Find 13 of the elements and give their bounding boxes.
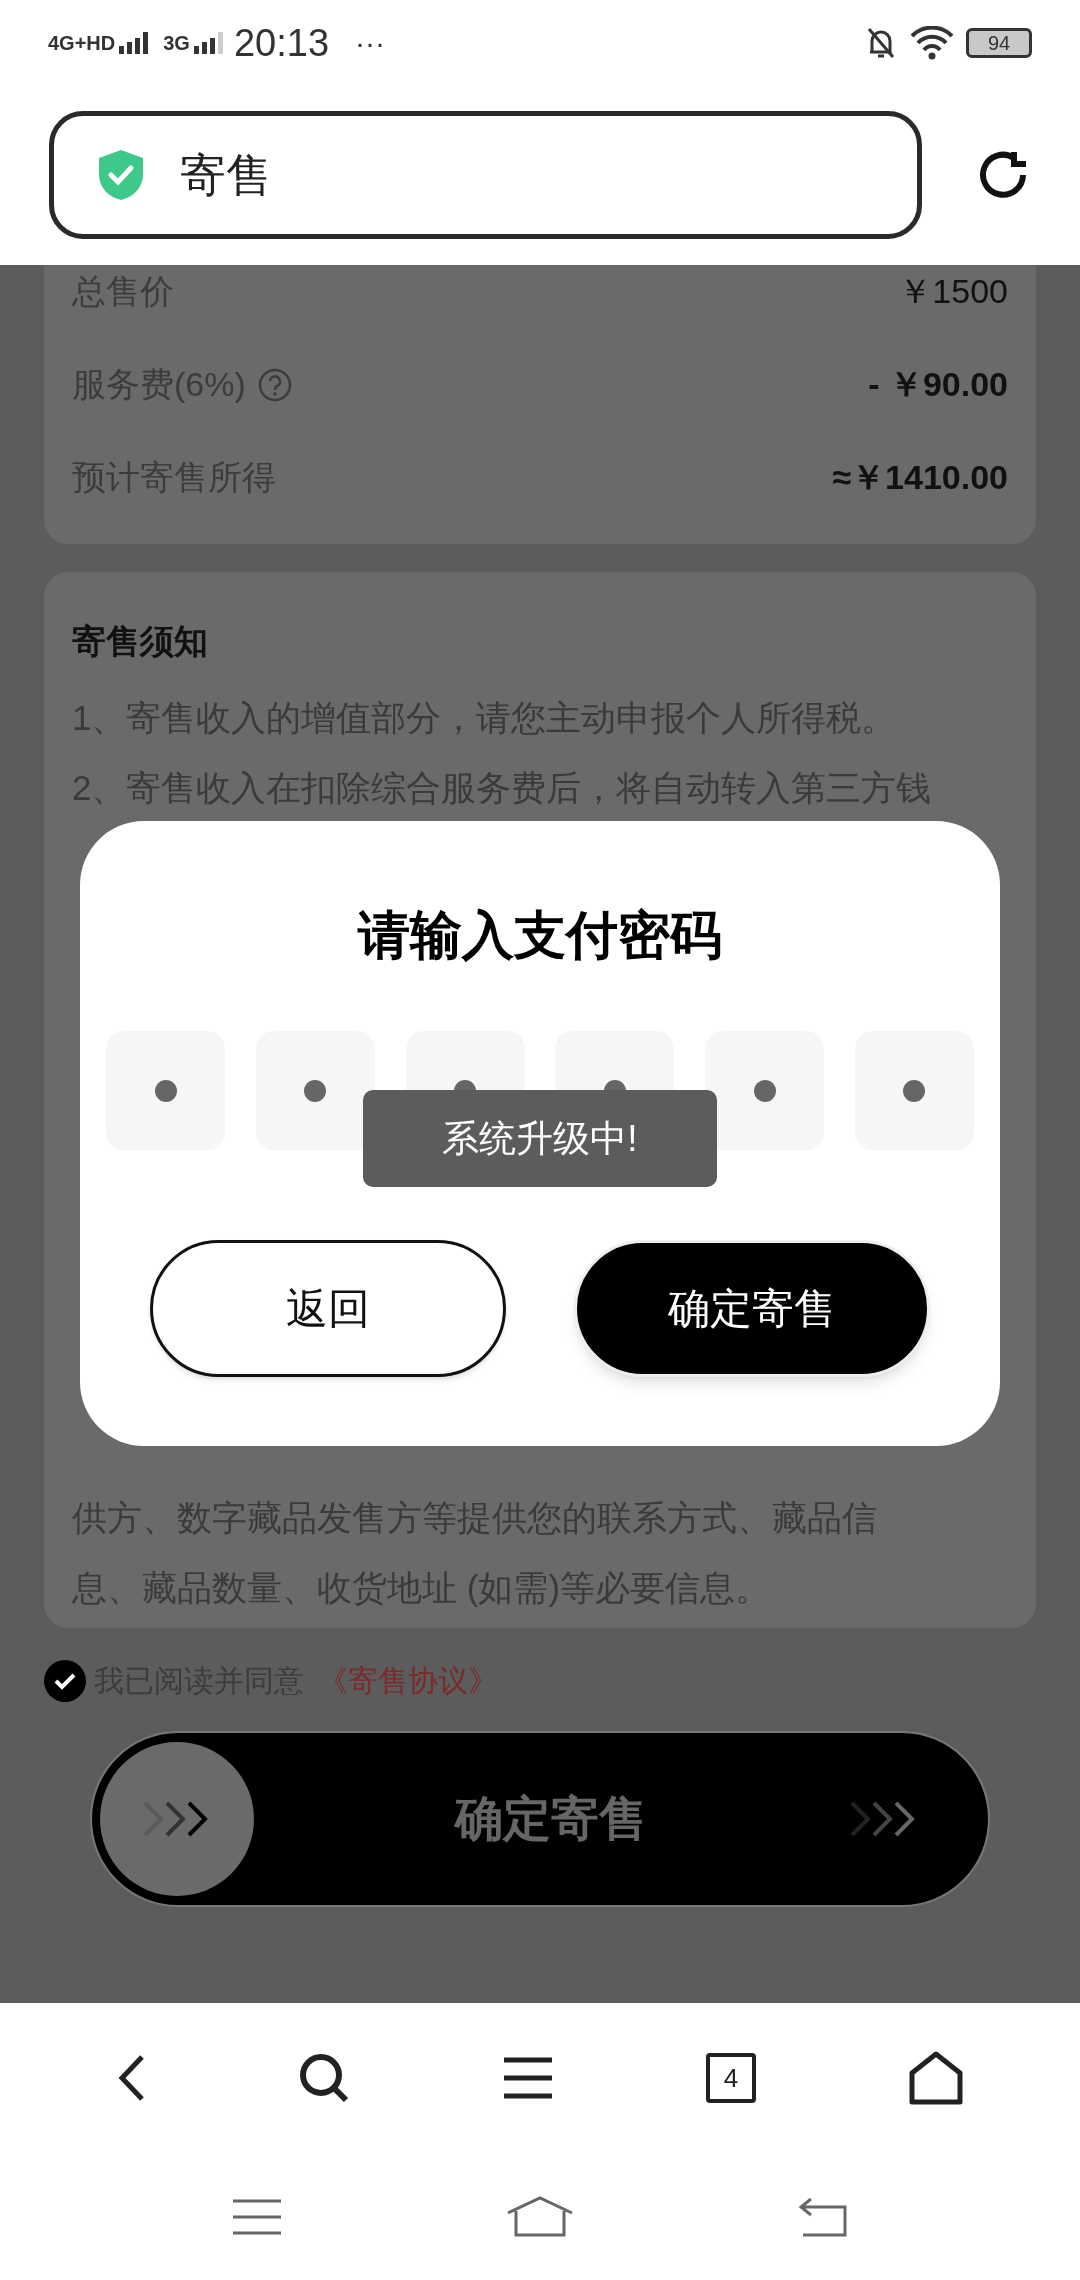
price-value: ￥1500 [898,271,1008,312]
notice-title: 寄售须知 [72,621,209,662]
clock-time: 20:13 [233,23,330,62]
network-label: 3G [163,32,190,53]
slide-label: 确定寄售 [452,1791,648,1847]
page-title: 寄售 [180,147,272,203]
price-value: ≈￥1410.00 [832,457,1008,498]
more-indicator: ··· [355,27,385,58]
network-label: 4G+HD [48,32,116,53]
dialog-title: 请输入支付密码 [358,909,722,961]
price-value: - ￥90.00 [868,364,1008,405]
battery-indicator: 94 [966,27,1032,58]
upgrade-toast: 系统升级中! [363,1090,717,1187]
